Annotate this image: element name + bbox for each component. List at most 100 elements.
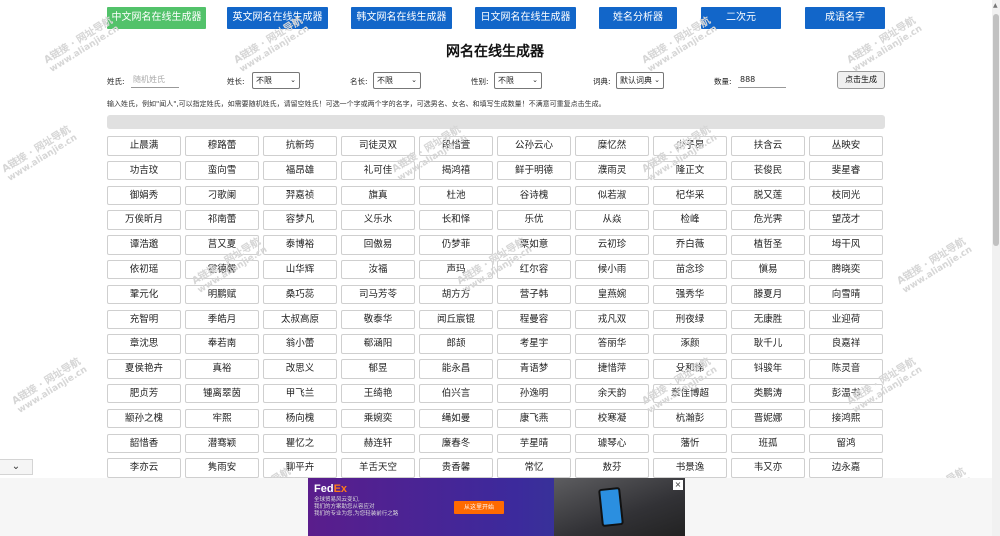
name-cell[interactable]: 乔白薇 — [653, 235, 727, 255]
name-cell[interactable]: 坶干风 — [809, 235, 883, 255]
nav-korean-name-generator[interactable]: 韩文网名在线生成器 — [351, 7, 452, 29]
name-cell[interactable]: 苗念珍 — [653, 259, 727, 280]
name-cell[interactable]: 鞏元化 — [107, 284, 181, 305]
generate-button[interactable]: 点击生成 — [837, 71, 885, 89]
name-cell[interactable]: 刑夜绿 — [653, 309, 727, 330]
name-cell[interactable]: 谭浩邈 — [107, 235, 181, 255]
name-cell[interactable]: 甲飞兰 — [263, 383, 337, 404]
name-cell[interactable]: 郎颉 — [419, 334, 493, 354]
name-cell[interactable]: 韦又亦 — [731, 458, 805, 478]
name-cell[interactable]: 仍梦菲 — [419, 235, 493, 255]
name-cell[interactable]: 祁南蕾 — [185, 210, 259, 230]
name-cell[interactable]: 莒又夏 — [185, 235, 259, 255]
name-cell[interactable]: 戎凡双 — [575, 309, 649, 330]
name-cell[interactable]: 无康胜 — [731, 309, 805, 330]
name-cell[interactable]: 植哲圣 — [731, 235, 805, 255]
name-cell[interactable]: 穆路蕾 — [185, 136, 259, 156]
name-cell[interactable]: 腾晓奕 — [809, 259, 883, 280]
name-cell[interactable]: 程曼容 — [497, 309, 571, 330]
name-cell[interactable]: 司马芳苓 — [341, 284, 415, 305]
name-cell[interactable]: 边永嘉 — [809, 458, 883, 478]
name-cell[interactable]: 捷惜萍 — [575, 359, 649, 379]
name-cell[interactable]: 贵香馨 — [419, 458, 493, 478]
name-cell[interactable]: 止晨满 — [107, 136, 181, 156]
name-cell[interactable]: 愼易 — [731, 259, 805, 280]
name-cell[interactable]: 颛孙之槐 — [107, 408, 181, 429]
nav-english-name-generator[interactable]: 英文网名在线生成器 — [227, 7, 328, 29]
name-cell[interactable]: 检峰 — [653, 210, 727, 230]
name-cell[interactable]: 璩琴心 — [575, 433, 649, 454]
name-cell[interactable]: 胡方方 — [419, 284, 493, 305]
ad-cta-button[interactable]: 从这里开始 — [454, 501, 504, 514]
name-cell[interactable]: 霍德馨 — [185, 259, 259, 280]
name-cell[interactable]: 汝福 — [341, 259, 415, 280]
name-cell[interactable]: 真裕 — [185, 359, 259, 379]
name-cell[interactable]: 鲜于明德 — [497, 160, 571, 181]
name-cell[interactable]: 耿千儿 — [731, 334, 805, 354]
name-cell[interactable]: 斐星睿 — [809, 160, 883, 181]
name-cell[interactable]: 候小雨 — [575, 259, 649, 280]
name-cell[interactable]: 瞿忆之 — [263, 433, 337, 454]
name-cell[interactable]: 接鸿熙 — [809, 408, 883, 429]
name-cell[interactable]: 揭鸿禧 — [419, 160, 493, 181]
name-cell[interactable]: 班孤 — [731, 433, 805, 454]
name-cell[interactable]: 杭瀚彭 — [653, 408, 727, 429]
nav-chinese-name-generator[interactable]: 中文网名在线生成器 — [107, 7, 206, 29]
name-cell[interactable]: 谷诗槐 — [497, 185, 571, 206]
name-cell[interactable]: 肥贞芳 — [107, 383, 181, 404]
name-cell[interactable]: 王绮艳 — [341, 383, 415, 404]
surname-length-select[interactable]: 不限 ⌄ — [252, 72, 300, 89]
name-cell[interactable]: 从焱 — [575, 210, 649, 230]
name-cell[interactable]: 声玛 — [419, 259, 493, 280]
name-cell[interactable]: 李亦云 — [107, 458, 181, 478]
name-cell[interactable]: 余天韵 — [575, 383, 649, 404]
name-cell[interactable]: 能永昌 — [419, 359, 493, 379]
name-cell[interactable]: 杞华采 — [653, 185, 727, 206]
surname-input[interactable]: 随机姓氏 — [131, 72, 179, 88]
name-cell[interactable]: 敬泰华 — [341, 309, 415, 330]
name-cell[interactable]: 郗涵阳 — [341, 334, 415, 354]
nav-idiom-names[interactable]: 成语名字 — [805, 7, 885, 29]
scrollbar[interactable]: ▲ — [992, 0, 1000, 536]
name-cell[interactable]: 隽雨安 — [185, 458, 259, 478]
name-cell[interactable]: 藩忻 — [653, 433, 727, 454]
name-cell[interactable]: 芋星晴 — [497, 433, 571, 454]
name-cell[interactable]: 濮雨灵 — [575, 160, 649, 181]
name-cell[interactable]: 桑巧蕊 — [263, 284, 337, 305]
name-cell[interactable]: 聊平卉 — [263, 458, 337, 478]
name-cell[interactable]: 段惜萱 — [419, 136, 493, 156]
name-cell[interactable]: 答丽华 — [575, 334, 649, 354]
collapse-toggle[interactable]: ⌄ — [0, 459, 33, 475]
name-cell[interactable]: 殳和悌 — [653, 359, 727, 379]
name-cell[interactable]: 红尔容 — [497, 259, 571, 280]
name-cell[interactable]: 书景逸 — [653, 458, 727, 478]
name-length-select[interactable]: 不限 ⌄ — [373, 72, 421, 89]
count-input[interactable]: 888 — [738, 72, 786, 88]
gender-select[interactable]: 不限 ⌄ — [494, 72, 542, 89]
name-cell[interactable]: 赫连轩 — [341, 433, 415, 454]
ad-close-icon[interactable]: × — [673, 480, 683, 490]
name-cell[interactable]: 康飞燕 — [497, 408, 571, 429]
name-cell[interactable]: 御娟秀 — [107, 185, 181, 206]
name-cell[interactable]: 云初珍 — [575, 235, 649, 255]
scrollbar-thumb[interactable] — [993, 14, 999, 246]
name-cell[interactable]: 泰博裕 — [263, 235, 337, 255]
name-cell[interactable]: 杜池 — [419, 185, 493, 206]
name-cell[interactable]: 皇燕婉 — [575, 284, 649, 305]
name-cell[interactable]: 长和怿 — [419, 210, 493, 230]
name-cell[interactable]: 敖芬 — [575, 458, 649, 478]
name-cell[interactable]: 常忆 — [497, 458, 571, 478]
name-cell[interactable]: 涿颜 — [653, 334, 727, 354]
name-cell[interactable]: 向雪晴 — [809, 284, 883, 305]
name-cell[interactable]: 公孙云心 — [497, 136, 571, 156]
name-cell[interactable]: 丛映安 — [809, 136, 883, 156]
name-cell[interactable]: 良嘉祥 — [809, 334, 883, 354]
nav-name-analyzer[interactable]: 姓名分析器 — [599, 7, 677, 29]
name-cell[interactable]: 章沈思 — [107, 334, 181, 354]
name-cell[interactable]: 留鸿 — [809, 433, 883, 454]
name-cell[interactable]: 糜忆然 — [575, 136, 649, 156]
name-cell[interactable]: 似若淑 — [575, 185, 649, 206]
name-cell[interactable]: 枝同光 — [809, 185, 883, 206]
name-cell[interactable]: 校寒凝 — [575, 408, 649, 429]
scroll-up-icon[interactable]: ▲ — [993, 2, 998, 9]
